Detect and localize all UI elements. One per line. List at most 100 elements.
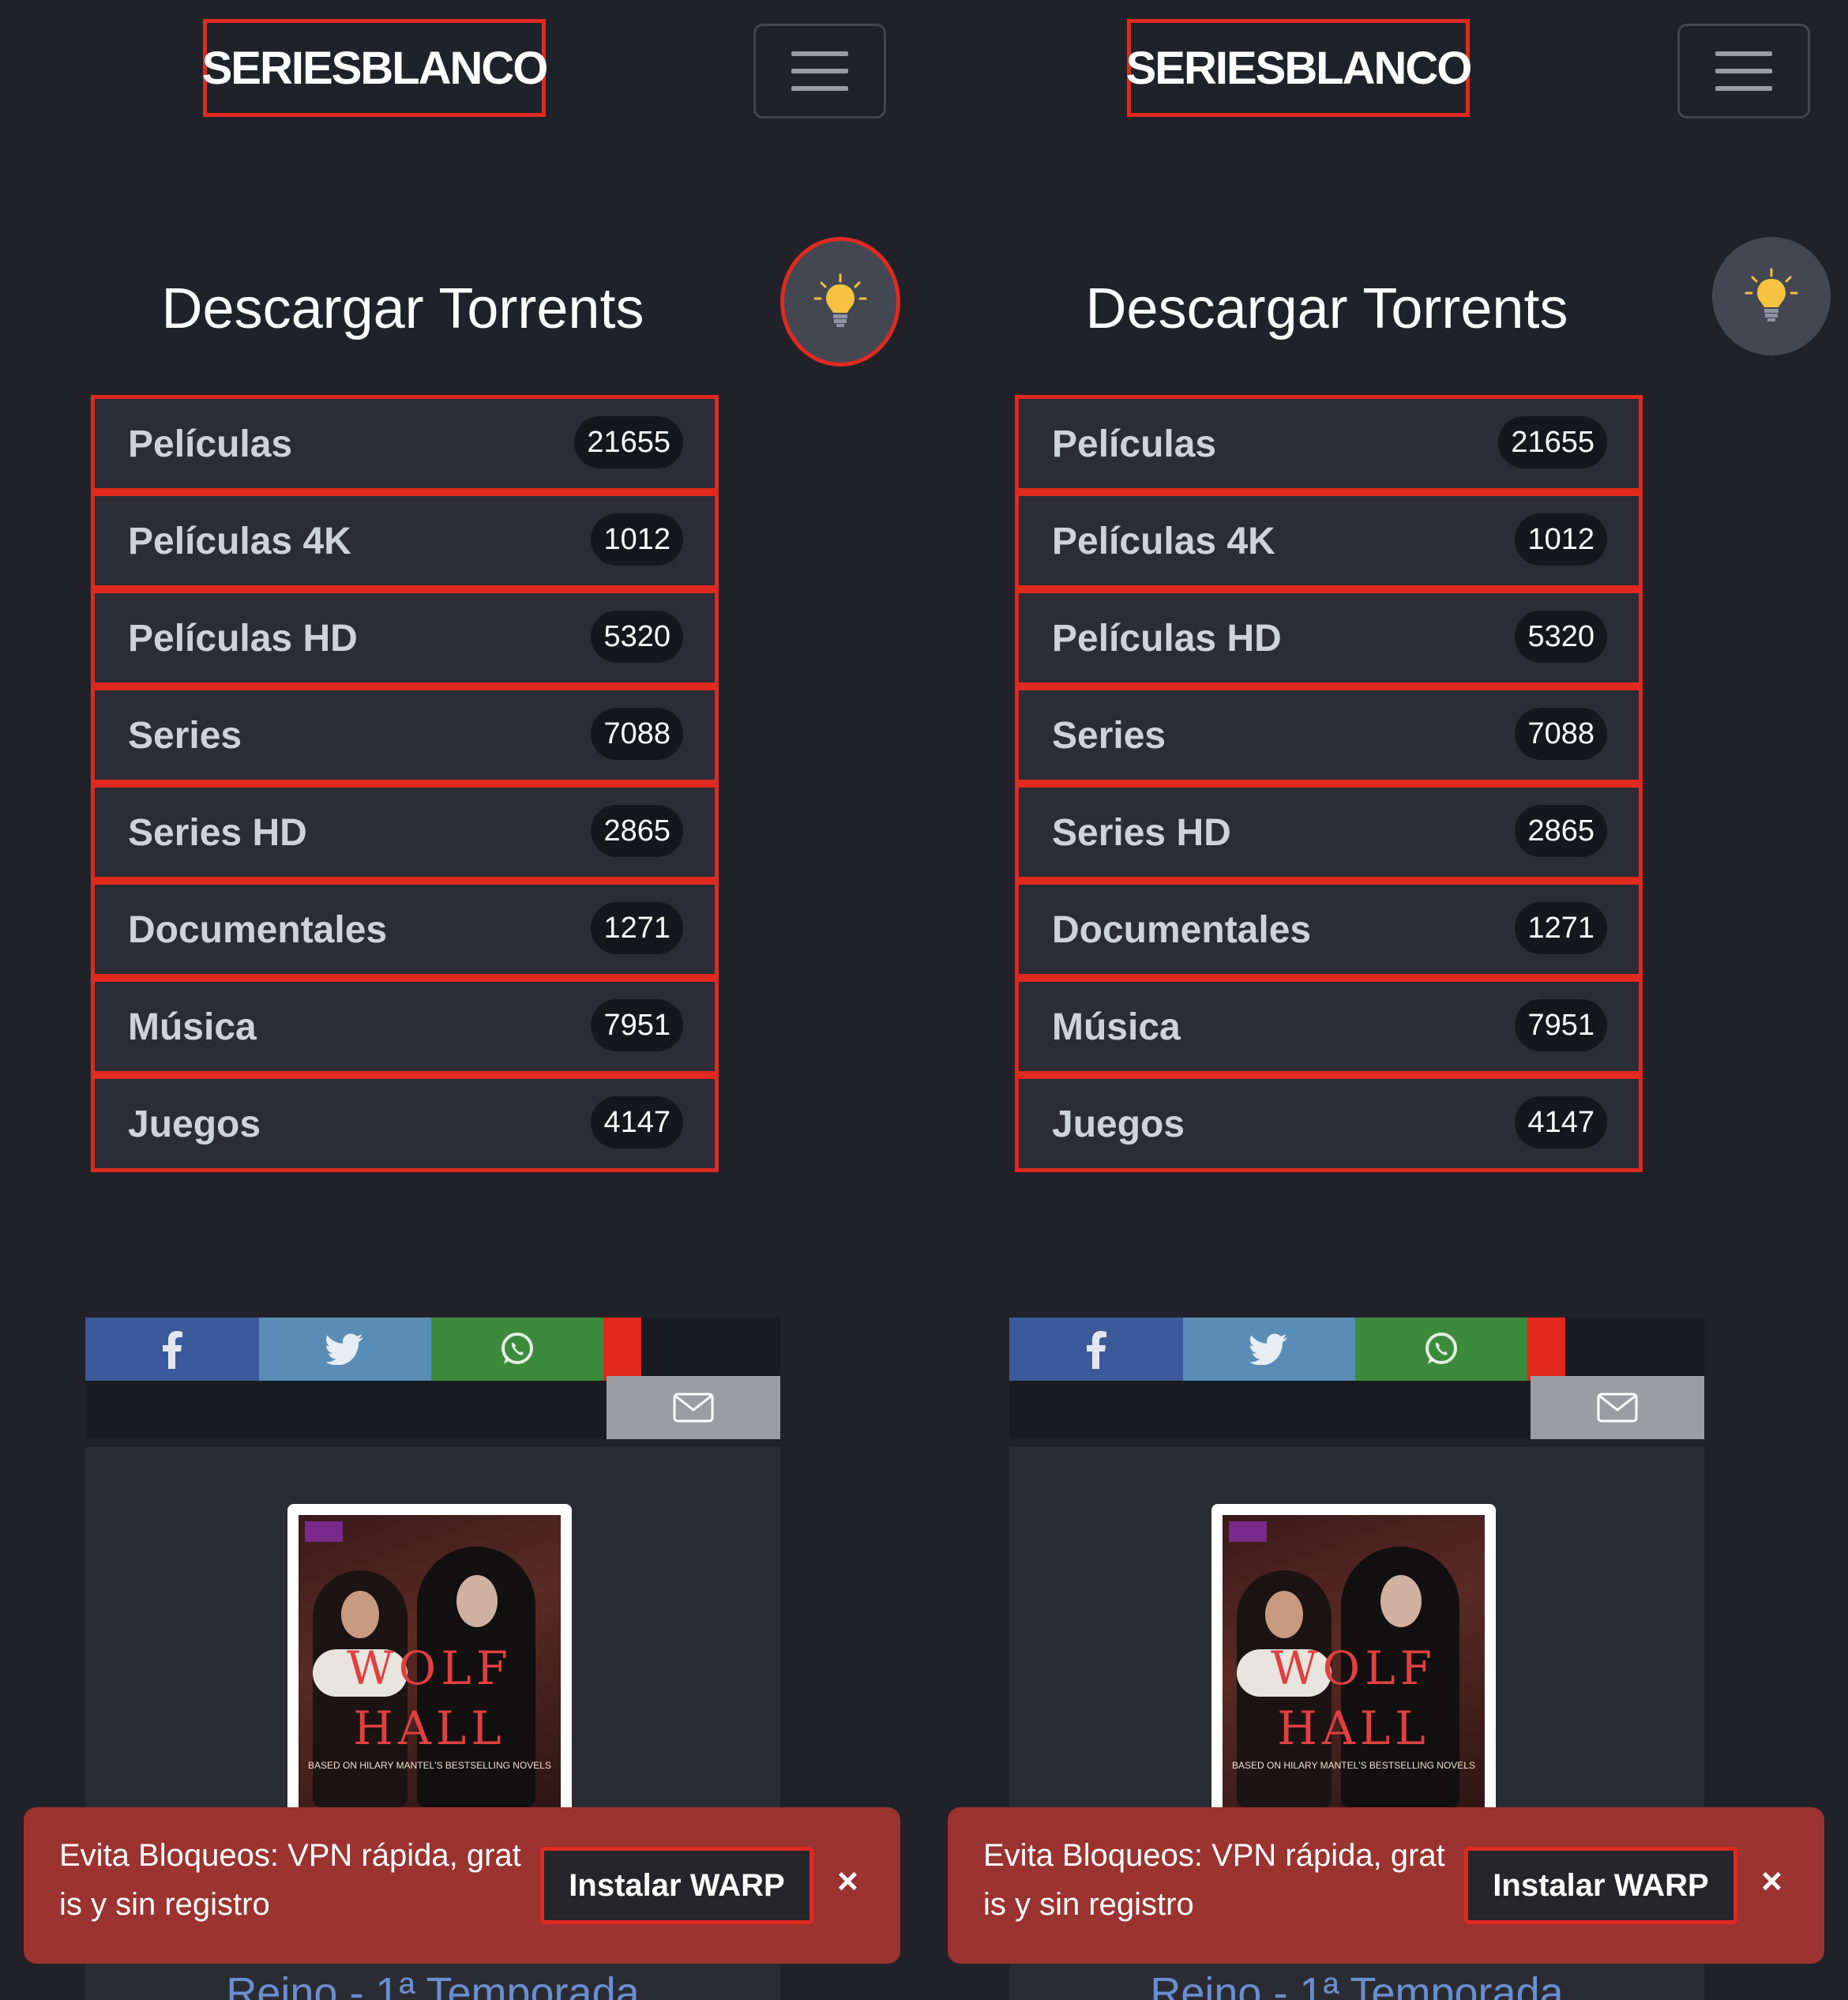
screenshot-left: SERIESBLANCO Descargar Torrents Película… bbox=[0, 0, 924, 2000]
close-icon[interactable]: × bbox=[837, 1859, 858, 1902]
category-label: Documentales bbox=[1052, 909, 1312, 951]
site-logo[interactable]: SERIESBLANCO bbox=[1126, 19, 1472, 117]
site-header: SERIESBLANCO bbox=[0, 0, 924, 158]
category-label: Series HD bbox=[1052, 812, 1231, 854]
twitter-share-button[interactable] bbox=[1183, 1318, 1355, 1381]
poster-title-line2: HALL bbox=[1277, 1701, 1430, 1755]
category-label: Juegos bbox=[1052, 1103, 1185, 1145]
vpn-banner: Evita Bloqueos: VPN rápida, gratis y sin… bbox=[24, 1807, 900, 1964]
content-title-link[interactable]: Reino - 1ª Temporada bbox=[85, 1968, 780, 2000]
install-warp-button[interactable]: Instalar WARP bbox=[540, 1847, 813, 1924]
lightbulb-icon[interactable] bbox=[780, 237, 900, 367]
count-badge: 1012 bbox=[591, 513, 683, 566]
poster-title-line1: WOLF bbox=[347, 1641, 513, 1695]
category-label: Series bbox=[128, 715, 242, 757]
content-title-link[interactable]: Reino - 1ª Temporada bbox=[1009, 1968, 1704, 2000]
category-label: Películas 4K bbox=[128, 521, 351, 562]
count-badge: 2865 bbox=[1515, 805, 1607, 857]
site-header: SERIESBLANCO bbox=[924, 0, 1848, 158]
poster-title-line2: HALL bbox=[353, 1701, 506, 1755]
category-label: Películas bbox=[128, 423, 293, 465]
banner-text: Evita Bloqueos: VPN rápida, gratis y sin… bbox=[983, 1838, 1445, 1922]
category-label: Películas 4K bbox=[1052, 521, 1275, 562]
whatsapp-icon bbox=[501, 1333, 533, 1364]
count-badge: 5320 bbox=[591, 611, 683, 663]
category-peliculas-hd[interactable]: Películas HD 5320 bbox=[91, 589, 719, 686]
categories-list: Películas 21655 Películas 4K 1012 Película… bbox=[91, 395, 719, 1172]
category-label: Documentales bbox=[128, 909, 388, 951]
category-documentales[interactable]: Documentales 1271 bbox=[1015, 881, 1643, 978]
category-label: Películas HD bbox=[1052, 618, 1282, 660]
category-label: Películas HD bbox=[128, 618, 358, 660]
mail-icon bbox=[673, 1393, 714, 1423]
category-label: Música bbox=[128, 1006, 257, 1048]
twitter-icon bbox=[1250, 1333, 1287, 1365]
facebook-icon bbox=[1087, 1331, 1106, 1369]
count-badge: 21655 bbox=[1498, 416, 1607, 468]
whatsapp-share-button[interactable] bbox=[1355, 1318, 1527, 1381]
count-badge: 5320 bbox=[1515, 611, 1607, 663]
email-share-button[interactable] bbox=[607, 1376, 780, 1439]
poster-title-line1: WOLF bbox=[1271, 1641, 1437, 1695]
category-series-hd[interactable]: Series HD 2865 bbox=[1015, 784, 1643, 881]
close-icon[interactable]: × bbox=[1761, 1859, 1782, 1902]
category-peliculas-4k[interactable]: Películas 4K 1012 bbox=[1015, 492, 1643, 589]
twitter-share-button[interactable] bbox=[259, 1318, 431, 1381]
category-series[interactable]: Series 7088 bbox=[1015, 686, 1643, 784]
categories-title: Descargar Torrents bbox=[1085, 277, 1568, 340]
category-peliculas-hd[interactable]: Películas HD 5320 bbox=[1015, 589, 1643, 686]
facebook-icon bbox=[163, 1331, 182, 1369]
lightbulb-icon[interactable] bbox=[1712, 237, 1831, 355]
share-bar bbox=[1009, 1318, 1704, 1439]
whatsapp-share-button[interactable] bbox=[431, 1318, 603, 1381]
category-peliculas[interactable]: Películas 21655 bbox=[1015, 395, 1643, 492]
count-badge: 7951 bbox=[1515, 999, 1607, 1051]
email-share-button[interactable] bbox=[1531, 1376, 1704, 1439]
category-documentales[interactable]: Documentales 1271 bbox=[91, 881, 719, 978]
poster-image[interactable]: WOLF HALL BASED ON HILARY MANTEL'S BESTS… bbox=[287, 1504, 572, 1836]
count-badge: 4147 bbox=[591, 1096, 683, 1148]
category-label: Series HD bbox=[128, 812, 307, 854]
mail-icon bbox=[1597, 1393, 1638, 1423]
category-peliculas-4k[interactable]: Películas 4K 1012 bbox=[91, 492, 719, 589]
count-badge: 7951 bbox=[591, 999, 683, 1051]
category-peliculas[interactable]: Películas 21655 bbox=[91, 395, 719, 492]
category-label: Series bbox=[1052, 715, 1166, 757]
poster-tagline: BASED ON HILARY MANTEL'S BESTSELLING NOV… bbox=[1232, 1760, 1475, 1771]
category-musica[interactable]: Música 7951 bbox=[91, 978, 719, 1075]
install-warp-button[interactable]: Instalar WARP bbox=[1464, 1847, 1737, 1924]
share-bar bbox=[85, 1318, 780, 1439]
poster-tagline: BASED ON HILARY MANTEL'S BESTSELLING NOV… bbox=[308, 1760, 551, 1771]
hamburger-menu-icon[interactable] bbox=[753, 24, 886, 118]
category-label: Juegos bbox=[128, 1103, 261, 1145]
whatsapp-icon bbox=[1425, 1333, 1457, 1364]
count-badge: 1271 bbox=[1515, 902, 1607, 954]
count-badge: 2865 bbox=[591, 805, 683, 857]
categories-list: Películas 21655 Películas 4K 1012 Película… bbox=[1015, 395, 1643, 1172]
count-badge: 7088 bbox=[1515, 708, 1607, 760]
twitter-icon bbox=[326, 1333, 363, 1365]
share-accent bbox=[603, 1318, 641, 1381]
share-accent bbox=[1527, 1318, 1565, 1381]
category-label: Películas bbox=[1052, 423, 1217, 465]
poster-image[interactable]: WOLF HALL BASED ON HILARY MANTEL'S BESTS… bbox=[1211, 1504, 1496, 1836]
count-badge: 1271 bbox=[591, 902, 683, 954]
category-musica[interactable]: Música 7951 bbox=[1015, 978, 1643, 1075]
category-label: Música bbox=[1052, 1006, 1181, 1048]
category-series-hd[interactable]: Series HD 2865 bbox=[91, 784, 719, 881]
count-badge: 1012 bbox=[1515, 513, 1607, 566]
facebook-share-button[interactable] bbox=[1009, 1318, 1183, 1381]
banner-text: Evita Bloqueos: VPN rápida, gratis y sin… bbox=[59, 1838, 521, 1922]
categories-title: Descargar Torrents bbox=[161, 277, 644, 340]
site-logo[interactable]: SERIESBLANCO bbox=[202, 19, 548, 117]
hamburger-menu-icon[interactable] bbox=[1677, 24, 1810, 118]
count-badge: 4147 bbox=[1515, 1096, 1607, 1148]
screenshot-right: SERIESBLANCO Descargar Torrents Película… bbox=[924, 0, 1848, 2000]
count-badge: 21655 bbox=[574, 416, 683, 468]
vpn-banner: Evita Bloqueos: VPN rápida, gratis y sin… bbox=[948, 1807, 1824, 1964]
category-juegos[interactable]: Juegos 4147 bbox=[1015, 1075, 1643, 1172]
category-series[interactable]: Series 7088 bbox=[91, 686, 719, 784]
category-juegos[interactable]: Juegos 4147 bbox=[91, 1075, 719, 1172]
count-badge: 7088 bbox=[591, 708, 683, 760]
facebook-share-button[interactable] bbox=[85, 1318, 259, 1381]
